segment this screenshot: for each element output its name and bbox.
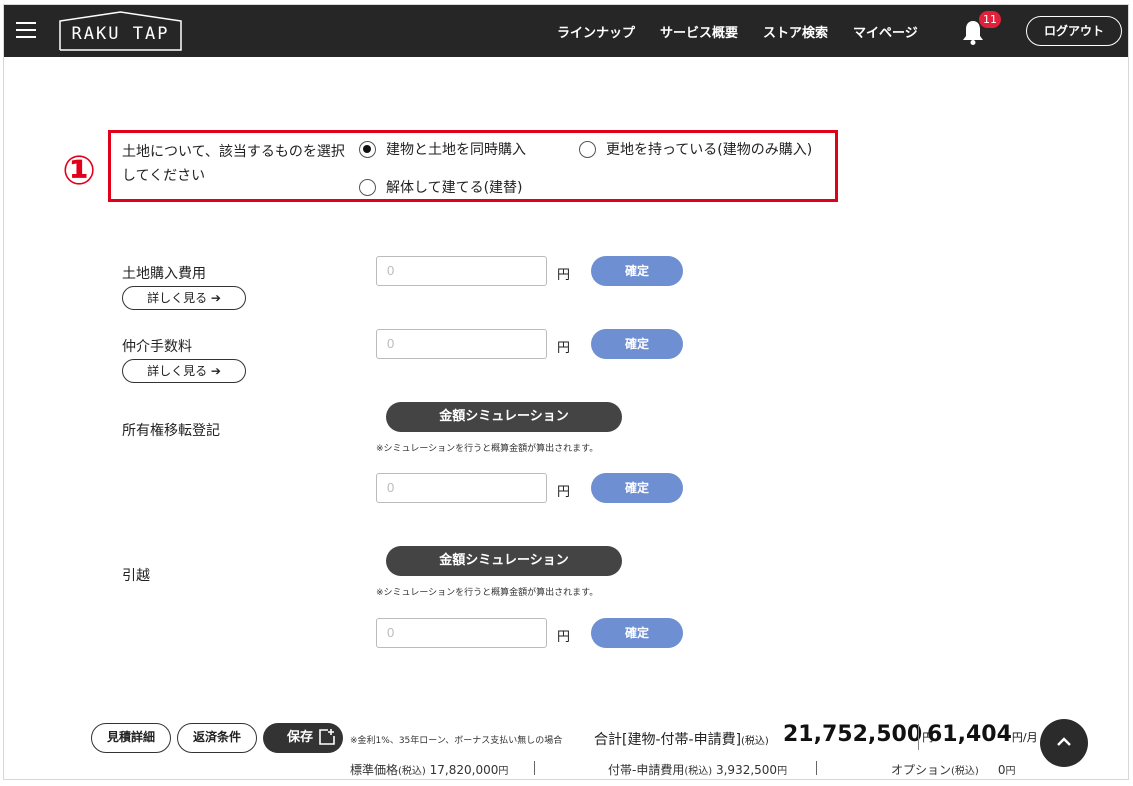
brokerage-confirm-button[interactable]: 確定	[591, 329, 683, 359]
divider	[816, 761, 817, 775]
radio-rebuild[interactable]: 解体して建てる(建替)	[359, 177, 523, 197]
divider	[534, 761, 535, 775]
moving-label: 引越	[122, 568, 150, 584]
estimate-detail-button[interactable]: 見積詳細	[91, 723, 171, 753]
nav-store-search[interactable]: ストア検索	[763, 22, 828, 41]
yen-unit: 円	[557, 341, 571, 356]
radio-own-vacant-land[interactable]: 更地を持っている(建物のみ購入)	[579, 139, 812, 159]
nav-service-overview[interactable]: サービス概要	[660, 22, 738, 41]
notification-badge: 11	[979, 11, 1001, 28]
save-plus-icon	[319, 729, 335, 745]
chevron-up-icon	[1057, 737, 1071, 746]
monthly-payment: 61,404円/月	[927, 722, 1038, 747]
nav-my-page[interactable]: マイページ	[853, 22, 918, 41]
registration-input[interactable]: 0	[376, 473, 547, 503]
brokerage-input[interactable]: 0	[376, 329, 547, 359]
yen-unit: 円	[557, 485, 571, 500]
main-nav: ラインナップ サービス概要 ストア検索 マイページ	[557, 22, 943, 41]
registration-confirm-button[interactable]: 確定	[591, 473, 683, 503]
hamburger-menu-icon[interactable]	[16, 22, 36, 38]
incidental-fees: 付帯-申請費用(税込) 3,932,500円	[608, 763, 788, 777]
step-marker-1: ①	[62, 148, 96, 194]
registration-label: 所有権移転登記	[122, 423, 220, 439]
total-amount: 21,752,500円	[783, 722, 934, 747]
land-cost-input[interactable]: 0	[376, 256, 547, 286]
registration-simulation-note: ※シミュレーションを行うと概算金額が算出されます。	[376, 444, 599, 454]
radio-buy-land-and-building[interactable]: 建物と土地を同時購入	[359, 139, 526, 159]
nav-lineup[interactable]: ラインナップ	[557, 22, 635, 41]
radio-checked-icon	[359, 140, 376, 158]
radio-unchecked-icon	[359, 178, 376, 196]
app-frame: RAKU TAP ラインナップ サービス概要 ストア検索 マイページ 11 ログ…	[3, 4, 1129, 780]
yen-unit: 円	[557, 268, 571, 283]
save-label: 保存	[287, 730, 314, 745]
radio-label: 解体して建てる(建替)	[386, 180, 523, 196]
moving-simulation-note: ※シミュレーションを行うと概算金額が算出されます。	[376, 588, 599, 598]
registration-simulation-button[interactable]: 金額シミュレーション	[386, 402, 622, 432]
radio-label: 建物と土地を同時購入	[386, 142, 526, 158]
save-button[interactable]: 保存	[263, 723, 343, 753]
loan-conditions-note: ※金利1%、35年ローン、ボーナス支払い無しの場合	[350, 736, 563, 746]
land-question-label: 土地について、該当するものを選択してください	[122, 144, 345, 184]
top-header: RAKU TAP ラインナップ サービス概要 ストア検索 マイページ 11 ログ…	[4, 5, 1128, 57]
radio-label: 更地を持っている(建物のみ購入)	[606, 142, 813, 158]
raku-tap-logo[interactable]: RAKU TAP	[58, 11, 183, 51]
brokerage-label: 仲介手数料	[122, 339, 192, 355]
brokerage-details-button[interactable]: 詳しく見る ➔	[122, 359, 246, 383]
land-cost-label: 土地購入費用	[122, 266, 206, 282]
total-label: 合計[建物-付帯-申請費](税込)	[594, 732, 769, 748]
logo-text: RAKU TAP	[71, 24, 170, 44]
repayment-terms-button[interactable]: 返済条件	[177, 723, 257, 753]
moving-simulation-button[interactable]: 金額シミュレーション	[386, 546, 622, 576]
land-cost-confirm-button[interactable]: 確定	[591, 256, 683, 286]
divider	[918, 724, 919, 750]
moving-input[interactable]: 0	[376, 618, 547, 648]
land-cost-details-button[interactable]: 詳しく見る ➔	[122, 286, 246, 310]
standard-price: 標準価格(税込) 17,820,000円	[350, 763, 509, 777]
option-fees: オプション(税込) 0円	[891, 763, 1016, 777]
scroll-to-top-button[interactable]	[1040, 719, 1088, 767]
logout-button[interactable]: ログアウト	[1026, 16, 1122, 46]
moving-confirm-button[interactable]: 確定	[591, 618, 683, 648]
yen-unit: 円	[557, 630, 571, 645]
radio-unchecked-icon	[579, 140, 596, 158]
